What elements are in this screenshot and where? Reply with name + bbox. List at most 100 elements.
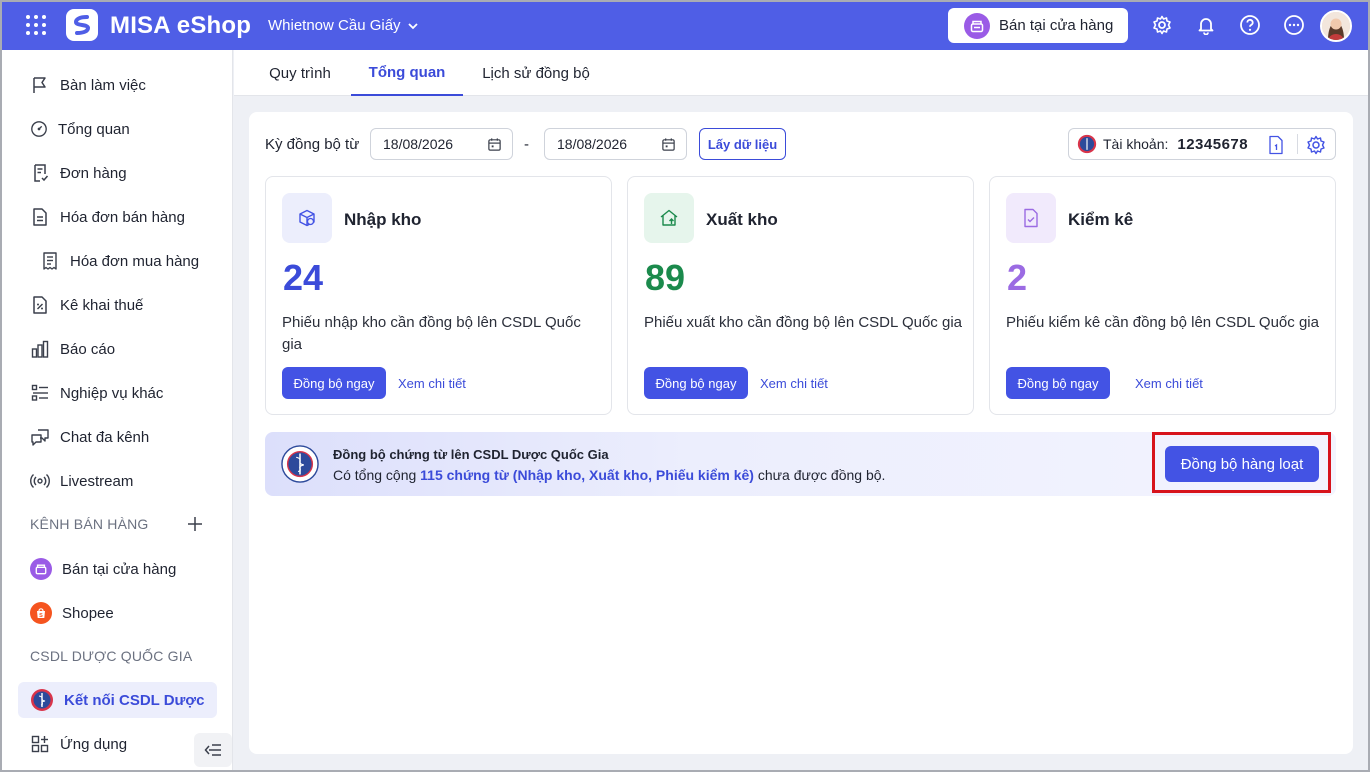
import-box-icon	[282, 193, 332, 243]
tab-sync-history[interactable]: Lịch sử đồng bộ	[468, 50, 604, 96]
order-icon	[34, 164, 49, 182]
gauge-icon	[31, 121, 47, 137]
sell-in-store-button[interactable]: Bán tại cửa hàng	[948, 8, 1128, 43]
account-label: Tài khoản:	[1103, 136, 1169, 152]
add-channel-icon[interactable]	[187, 516, 203, 532]
tab-bar: Quy trình Tổng quan Lịch sử đồng bộ	[234, 50, 1368, 96]
store-channel-icon	[30, 558, 52, 580]
banner-document-count: 115 chứng từ (Nhập kho, Xuất kho, Phiếu …	[420, 467, 754, 483]
card-title: Xuất kho	[706, 210, 778, 229]
user-avatar[interactable]	[1320, 10, 1352, 42]
flag-icon	[33, 77, 46, 93]
top-bar: MISA eShop Whietnow Cầu Giấy Bán tại cửa…	[0, 0, 1370, 50]
view-detail-link[interactable]: Xem chi tiết	[760, 376, 828, 391]
apps-icon	[31, 735, 49, 753]
fetch-data-button[interactable]: Lấy dữ liệu	[699, 128, 786, 160]
account-settings-gear-icon[interactable]	[1306, 135, 1326, 155]
branch-selector[interactable]: Whietnow Cầu Giấy	[268, 17, 419, 34]
view-detail-link[interactable]: Xem chi tiết	[1135, 376, 1203, 391]
inventory-check-icon	[1006, 193, 1056, 243]
sidebar-item-sales-invoices[interactable]: Hóa đơn bán hàng	[18, 199, 217, 235]
sidebar-item-other-operations[interactable]: Nghiệp vụ khác	[18, 375, 217, 411]
pharma-emblem-icon	[31, 689, 53, 711]
chat-icon	[31, 429, 49, 446]
card-description: Phiếu nhập kho cần đồng bộ lên CSDL Quốc…	[282, 314, 581, 353]
bell-icon[interactable]	[1195, 14, 1217, 36]
sidebar-item-store-channel[interactable]: Bán tại cửa hàng	[18, 551, 217, 587]
banner-title: Đồng bộ chứng từ lên CSDL Dược Quốc Gia	[333, 447, 609, 462]
section-sales-channels: KÊNH BÁN HÀNG	[30, 516, 149, 532]
tab-overview[interactable]: Tổng quan	[351, 50, 463, 96]
more-options-icon[interactable]	[1283, 14, 1305, 36]
broadcast-icon	[30, 473, 50, 489]
date-from-value: 18/08/2026	[383, 136, 454, 152]
receipt-icon	[43, 252, 57, 270]
help-icon[interactable]	[1239, 14, 1261, 36]
sidebar-item-orders[interactable]: Đơn hàng	[18, 155, 217, 191]
sync-period-label: Kỳ đồng bộ từ	[265, 136, 360, 153]
sidebar-item-reports[interactable]: Báo cáo	[18, 331, 217, 367]
date-separator: -	[524, 136, 529, 153]
sidebar-item-label: Tổng quan	[58, 120, 130, 138]
card-description: Phiếu kiểm kê cần đồng bộ lên CSDL Quốc …	[1006, 314, 1319, 331]
sync-now-button[interactable]: Đồng bộ ngay	[1006, 367, 1110, 399]
store-icon	[964, 12, 990, 39]
sidebar-item-purchase-invoices[interactable]: Hóa đơn mua hàng	[28, 243, 217, 279]
sidebar-item-overview[interactable]: Tổng quan	[18, 111, 217, 147]
view-detail-link[interactable]: Xem chi tiết	[398, 376, 466, 391]
section-national-pharma-db: CSDL DƯỢC QUỐC GIA	[30, 648, 193, 664]
banner-text-before: Có tổng cộng	[333, 467, 421, 483]
sync-now-button[interactable]: Đồng bộ ngay	[282, 367, 386, 399]
account-number: 12345678	[1177, 135, 1249, 153]
sidebar-item-label: Livestream	[60, 472, 134, 490]
tab-process[interactable]: Quy trình	[250, 50, 350, 96]
app-name: MISA eShop	[110, 12, 252, 39]
calendar-icon	[662, 137, 675, 151]
sync-now-button[interactable]: Đồng bộ ngay	[644, 367, 748, 399]
branch-name: Whietnow Cầu Giấy	[268, 17, 401, 34]
list-icon	[31, 384, 48, 401]
banner-text-after: chưa được đồng bộ.	[753, 467, 886, 483]
sidebar-item-label: Bàn làm việc	[60, 76, 146, 94]
account-box: Tài khoản: 12345678	[1068, 128, 1336, 160]
export-card: Xuất kho 89 Phiếu xuất kho cần đồng bộ l…	[627, 176, 974, 415]
sidebar-item-label: Nghiệp vụ khác	[60, 384, 164, 402]
sidebar-item-label: Hóa đơn mua hàng	[70, 252, 200, 270]
settings-gear-icon[interactable]	[1151, 14, 1173, 36]
card-title: Nhập kho	[344, 210, 422, 229]
collapse-icon	[204, 744, 221, 756]
card-count: 24	[283, 257, 324, 298]
document-icon[interactable]	[1267, 135, 1285, 155]
sidebar-item-livestream[interactable]: Livestream	[18, 463, 217, 499]
card-count: 89	[645, 257, 686, 298]
sidebar-item-label: Shopee	[62, 604, 114, 622]
app-launcher-icon[interactable]	[26, 15, 46, 35]
date-to-value: 18/08/2026	[557, 136, 628, 152]
sidebar-item-multichannel-chat[interactable]: Chat đa kênh	[18, 419, 217, 455]
misa-logo[interactable]	[66, 9, 98, 41]
chart-icon	[31, 340, 49, 358]
sidebar: Bàn làm việc Tổng quan Đơn hàng Hóa đơn …	[0, 50, 233, 772]
sidebar-item-shopee[interactable]: S Shopee	[18, 595, 217, 631]
sidebar-item-label: Bán tại cửa hàng	[62, 560, 177, 578]
sidebar-item-label: Đơn hàng	[60, 164, 127, 182]
invoice-icon	[33, 208, 47, 226]
sidebar-item-label: Báo cáo	[60, 340, 116, 358]
card-title: Kiểm kê	[1068, 210, 1134, 229]
card-count: 2	[1007, 257, 1028, 298]
date-from-input[interactable]: 18/08/2026	[370, 128, 513, 160]
bulk-sync-button[interactable]: Đồng bộ hàng loạt	[1165, 446, 1319, 482]
card-description: Phiếu xuất kho cần đồng bộ lên CSDL Quốc…	[644, 314, 962, 331]
sidebar-item-label: Ứng dụng	[60, 735, 128, 753]
pharma-emblem-icon	[1077, 134, 1097, 154]
sidebar-item-apps[interactable]: Ứng dụng	[18, 726, 217, 762]
collapse-sidebar-button[interactable]	[194, 733, 232, 767]
sidebar-item-label: Hóa đơn bán hàng	[60, 208, 185, 226]
calendar-icon	[488, 137, 501, 151]
date-to-input[interactable]: 18/08/2026	[544, 128, 687, 160]
export-house-icon	[644, 193, 694, 243]
ministry-of-health-seal-icon	[281, 445, 319, 483]
sidebar-item-tax[interactable]: Kê khai thuế	[18, 287, 217, 323]
sidebar-item-pharma-connect[interactable]: Kết nối CSDL Dược	[18, 682, 217, 718]
sidebar-item-desk[interactable]: Bàn làm việc	[18, 67, 217, 103]
